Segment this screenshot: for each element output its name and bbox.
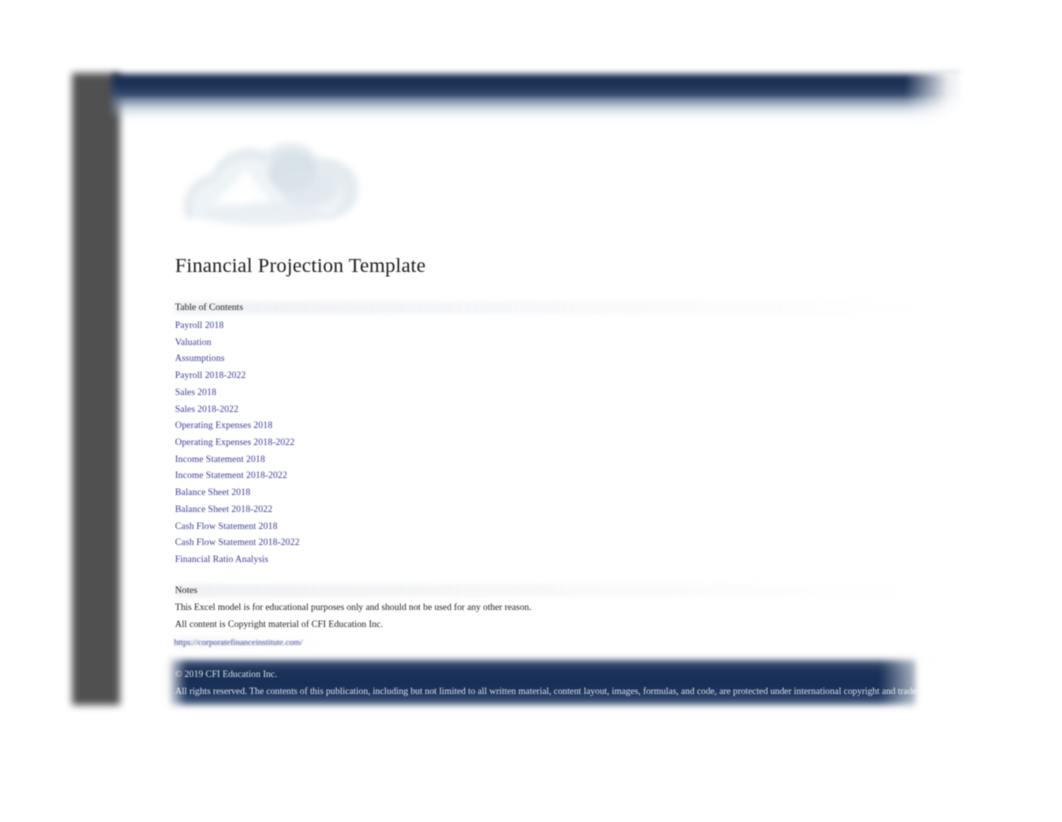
toc-item: Payroll 2018: [175, 318, 505, 335]
toc-item: Operating Expenses 2018: [175, 418, 505, 435]
footer-right-fade: [880, 652, 970, 712]
header-navy-band: [112, 74, 960, 101]
toc-item: Cash Flow Statement 2018-2022: [175, 535, 505, 552]
toc-item: Operating Expenses 2018-2022: [175, 435, 505, 452]
cfi-cloud-mountain-logo-icon: [168, 126, 376, 246]
header-band-fade: [112, 99, 960, 119]
header-right-fade: [905, 70, 975, 125]
page-title: Financial Projection Template: [175, 255, 426, 277]
toc-item: Income Statement 2018: [175, 452, 505, 469]
toc-item: Payroll 2018-2022: [175, 368, 505, 385]
toc-item: Sales 2018: [175, 385, 505, 402]
toc-link-cash-flow-statement-2018[interactable]: Cash Flow Statement 2018: [175, 522, 278, 532]
toc-list: Payroll 2018 Valuation Assumptions Payroll …: [175, 318, 505, 569]
toc-item: Valuation: [175, 335, 505, 352]
footer-navy-band: [168, 660, 916, 705]
toc-link-payroll-2018[interactable]: Payroll 2018: [175, 321, 224, 331]
cfi-website-link[interactable]: https://corporatefinanceinstitute.com/: [174, 636, 303, 648]
notes-heading-band: [176, 584, 918, 597]
toc-link-sales-2018[interactable]: Sales 2018: [175, 388, 216, 398]
toc-link-cash-flow-statement-2018-2022[interactable]: Cash Flow Statement 2018-2022: [175, 538, 300, 548]
toc-link-operating-expenses-2018-2022[interactable]: Operating Expenses 2018-2022: [175, 438, 295, 448]
document-canvas: Financial Projection Template Table of C…: [0, 0, 1062, 822]
toc-item: Income Statement 2018-2022: [175, 468, 505, 485]
toc-link-sales-2018-2022[interactable]: Sales 2018-2022: [175, 405, 239, 415]
footer-left-fade: [160, 655, 186, 711]
toc-link-balance-sheet-2018-2022[interactable]: Balance Sheet 2018-2022: [175, 505, 272, 515]
toc-item: Cash Flow Statement 2018: [175, 519, 505, 536]
toc-item: Balance Sheet 2018-2022: [175, 502, 505, 519]
footer-rights-text: All rights reserved. The contents of thi…: [175, 687, 924, 697]
toc-item: Balance Sheet 2018: [175, 485, 505, 502]
toc-item: Financial Ratio Analysis: [175, 552, 505, 569]
toc-heading: Table of Contents: [175, 302, 244, 313]
notes-line-copyright: All content is Copyright material of CFI…: [175, 620, 384, 630]
toc-link-assumptions[interactable]: Assumptions: [175, 354, 225, 364]
notes-line-educational: This Excel model is for educational purp…: [175, 603, 532, 613]
footer-copyright-text: © 2019 CFI Education Inc.: [175, 670, 278, 680]
toc-link-valuation[interactable]: Valuation: [175, 338, 211, 348]
toc-link-financial-ratio-analysis[interactable]: Financial Ratio Analysis: [175, 555, 268, 565]
toc-link-balance-sheet-2018[interactable]: Balance Sheet 2018: [175, 488, 250, 498]
toc-link-operating-expenses-2018[interactable]: Operating Expenses 2018: [175, 421, 272, 431]
toc-heading-band: [176, 301, 921, 314]
toc-link-income-statement-2018[interactable]: Income Statement 2018: [175, 455, 265, 465]
toc-item: Sales 2018-2022: [175, 402, 505, 419]
notes-heading: Notes: [175, 585, 198, 596]
left-rail-strip: [72, 73, 120, 705]
toc-link-payroll-2018-2022[interactable]: Payroll 2018-2022: [175, 371, 246, 381]
toc-item: Assumptions: [175, 351, 505, 368]
toc-link-income-statement-2018-2022[interactable]: Income Statement 2018-2022: [175, 471, 287, 481]
